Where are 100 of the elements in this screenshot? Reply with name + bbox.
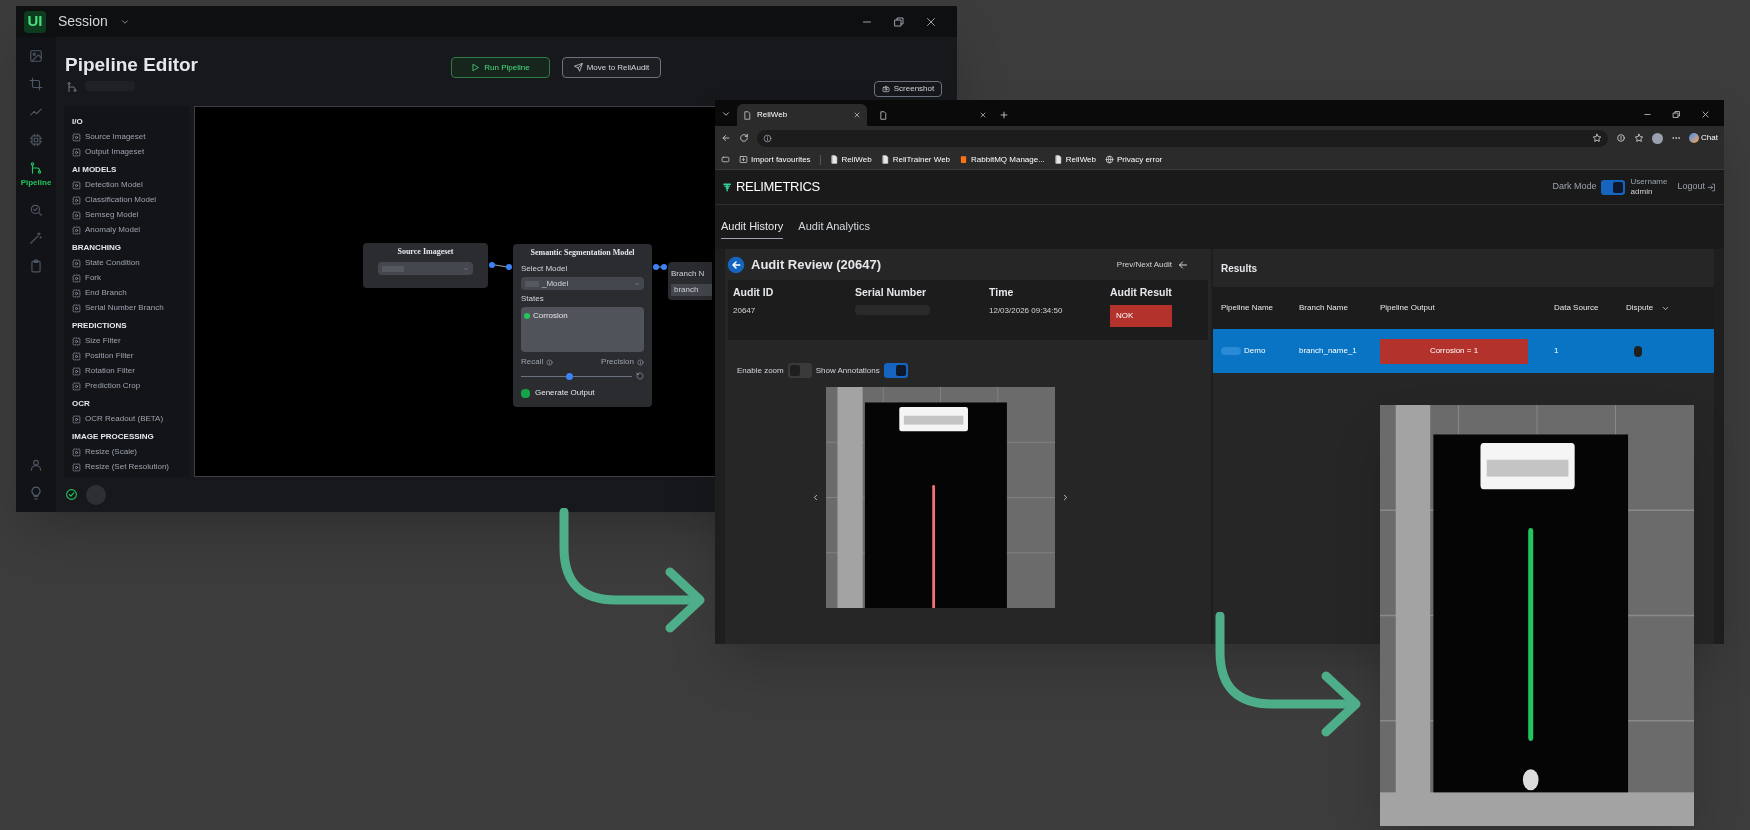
brand-logo-icon (723, 181, 734, 193)
username-caption: Username (1630, 177, 1668, 187)
palette-item[interactable]: Serial Number Branch (85, 302, 164, 314)
restore-icon[interactable] (893, 15, 905, 28)
nav-item[interactable] (29, 259, 43, 273)
results-row[interactable]: Demo branch_name_1 Corrosion = 1 1 (1213, 329, 1714, 373)
favorites-icon[interactable] (1634, 133, 1645, 143)
close-icon[interactable] (925, 15, 937, 28)
logout-link[interactable]: Logout (1677, 180, 1716, 194)
palette-item[interactable]: Position Filter (85, 350, 134, 362)
threshold-slider[interactable] (521, 372, 632, 380)
run-button[interactable]: Run Pipeline (451, 57, 550, 78)
nav-item[interactable] (29, 203, 43, 217)
toggle-switch[interactable] (787, 363, 812, 378)
page-icon (829, 155, 839, 164)
palette-item[interactable]: OCR Readout (BETA) (85, 413, 164, 425)
bookmark[interactable]: ReliTrainer Web (880, 153, 951, 166)
prev-next-link[interactable]: Prev/Next Audit (1116, 258, 1189, 271)
page-icon (1053, 155, 1063, 164)
nav-item[interactable] (29, 77, 43, 91)
bookmark[interactable]: ReliWeb (829, 153, 872, 166)
globe-icon (1104, 155, 1114, 164)
checkbox[interactable] (521, 388, 530, 398)
username: admin (1630, 187, 1654, 197)
chevron-down-icon[interactable] (721, 109, 731, 119)
palette-item[interactable]: Source Imageset (85, 131, 146, 143)
browser-tab[interactable]: ReliWeb (737, 104, 867, 126)
reload-icon[interactable] (739, 133, 749, 143)
back-button[interactable] (727, 255, 745, 274)
palette-item[interactable]: Classification Model (85, 194, 157, 206)
pipeline-node[interactable]: Branch N branch (668, 262, 712, 300)
chat-label[interactable]: Chat (1701, 132, 1718, 144)
reset-icon[interactable] (636, 372, 644, 380)
palette-item[interactable]: Prediction Crop (85, 380, 141, 392)
star-icon[interactable] (1592, 133, 1603, 143)
nav-item[interactable] (29, 458, 43, 472)
dark-mode-toggle[interactable] (1600, 179, 1625, 195)
app-tab[interactable]: Audit History (721, 215, 784, 239)
toggle-switch[interactable] (883, 363, 908, 378)
node-type-icon (72, 303, 81, 313)
node-title: Source Imageset (397, 246, 454, 258)
bookmark[interactable]: Privacy error (1104, 153, 1163, 166)
status-check-icon (65, 488, 78, 501)
extension-icon[interactable] (1616, 133, 1627, 143)
copilot-icon[interactable] (1689, 133, 1700, 143)
nav-item[interactable]: Pipeline (20, 161, 52, 189)
dispute-checkbox[interactable] (1634, 345, 1642, 357)
screenshot-button[interactable]: Screenshot (874, 81, 942, 97)
nav-item[interactable] (29, 231, 43, 245)
palette-item[interactable]: Size Filter (85, 335, 121, 347)
field-value: 20647 (733, 304, 757, 317)
palette-item[interactable]: Resize (Scale) (85, 446, 137, 458)
state-label: Corrosion (533, 310, 568, 322)
bookmark[interactable]: RabbitMQ Manage... (959, 153, 1045, 166)
recall-label: Recall (521, 356, 544, 368)
node-type-icon (72, 210, 81, 220)
redacted-bar (1221, 347, 1241, 355)
new-tab-icon[interactable] (999, 110, 1009, 120)
slider-thumb[interactable] (565, 372, 573, 380)
info-icon (637, 358, 644, 366)
move-button[interactable]: Move to ReliAudit (562, 57, 661, 78)
chevron-down-icon (634, 280, 640, 287)
close-icon[interactable] (1701, 110, 1710, 119)
panel-title: Audit Review (20647) (751, 255, 882, 274)
app-tab[interactable]: Audit Analytics (798, 215, 870, 239)
node-type-icon (72, 366, 81, 376)
palette-item[interactable]: Detection Model (85, 179, 143, 191)
output-badge: Corrosion = 1 (1380, 338, 1528, 364)
close-icon[interactable] (979, 111, 987, 119)
node-type-icon (72, 132, 81, 142)
close-icon[interactable] (853, 111, 861, 119)
field-label: Branch N (671, 268, 706, 280)
palette-item[interactable]: Anomaly Model (85, 224, 141, 236)
palette-item[interactable]: Fork (85, 272, 101, 284)
chevron-left-icon[interactable] (811, 493, 820, 502)
restore-icon[interactable] (1672, 110, 1681, 119)
palette-item[interactable]: End Branch (85, 287, 127, 299)
palette-item[interactable]: State Condition (85, 257, 140, 269)
palette-item[interactable]: Rotation Filter (85, 365, 135, 377)
pipeline-node[interactable]: Source Imageset (363, 243, 488, 288)
toggle-label: Show Annotations (815, 364, 880, 377)
palette-item[interactable]: Output Imageset (85, 146, 145, 158)
nav-item[interactable] (29, 486, 43, 500)
model-dropdown[interactable]: _Model (521, 277, 644, 290)
node-type-icon (72, 414, 81, 424)
collections-icon[interactable] (721, 155, 730, 164)
palette-item[interactable]: Resize (Set Resolution) (85, 461, 170, 473)
node-type-icon (72, 288, 81, 298)
page-icon (743, 110, 752, 120)
back-icon[interactable] (721, 133, 731, 143)
column-header: Pipeline Name (1221, 302, 1274, 314)
pipeline-node[interactable]: Semantic Segmentation Model Select Model _Model States Corrosion Recall Precision Generate Output (513, 244, 652, 407)
palette-item[interactable]: Semseg Model (85, 209, 139, 221)
bookmark[interactable]: ReliWeb (1053, 153, 1096, 166)
chevron-right-icon[interactable] (1061, 493, 1070, 502)
brand-name: RELIMETRICS (736, 178, 820, 197)
bookmark[interactable]: Import favourites (739, 153, 811, 166)
profile-avatar[interactable] (1652, 132, 1664, 144)
clipboard-icon (29, 259, 43, 273)
branch-name-field[interactable]: branch (671, 284, 712, 296)
